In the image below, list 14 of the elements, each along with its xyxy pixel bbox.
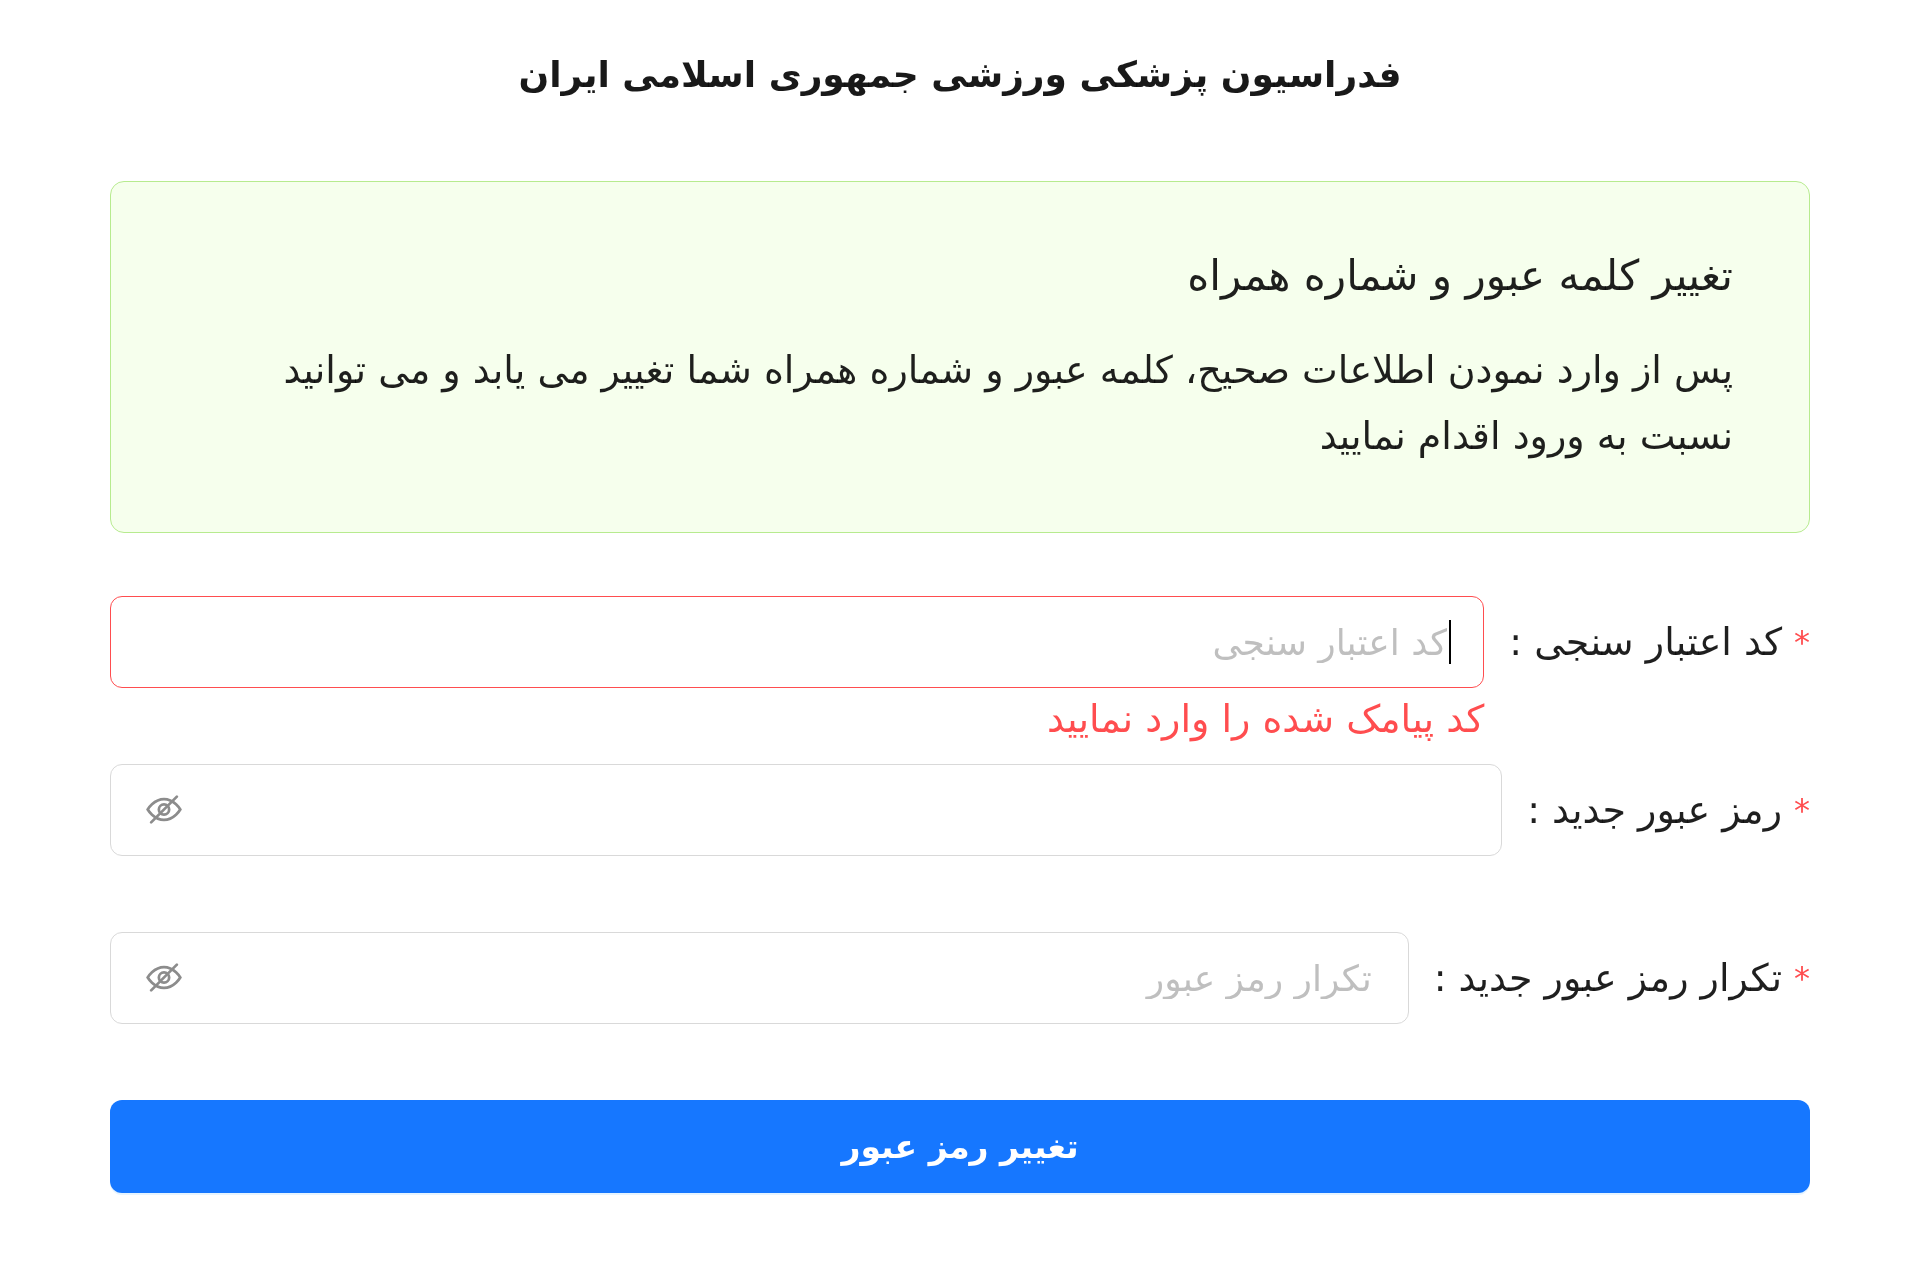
field-label: کد اعتبار سنجی : bbox=[1509, 620, 1782, 664]
page-title: فدراسیون پزشکی ورزشی جمهوری اسلامی ایران bbox=[517, 53, 1403, 98]
password-field[interactable] bbox=[110, 764, 1503, 856]
required-mark: * bbox=[1794, 791, 1810, 829]
field-label: رمز عبور جدید : bbox=[1527, 788, 1782, 832]
eye-slash-icon[interactable] bbox=[146, 962, 182, 993]
alert-title: تغییر کلمه عبور و شماره همراه bbox=[1186, 251, 1733, 301]
alert-description: پس از وارد نمودن اطلاعات صحیح، کلمه عبور و شماره همراه شما تغییر می یابد و می توانید نسبت به ورود اقدام نمایید bbox=[282, 347, 1733, 461]
eye-slash-icon[interactable] bbox=[146, 794, 182, 825]
error-message: کد پیامک شده را وارد نمایید bbox=[1046, 696, 1485, 744]
required-mark: * bbox=[1794, 959, 1810, 997]
submit-button[interactable]: تغییر رمز عبور bbox=[110, 1100, 1810, 1193]
required-mark: * bbox=[1794, 623, 1810, 661]
field-label: تکرار رمز عبور جدید : bbox=[1433, 956, 1782, 1000]
